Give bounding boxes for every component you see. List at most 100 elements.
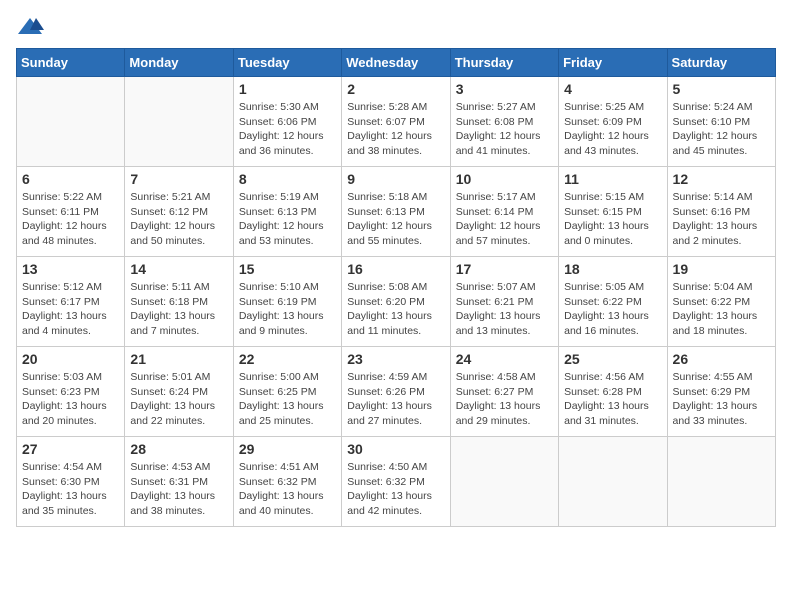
day-number: 1 bbox=[239, 81, 336, 97]
day-number: 29 bbox=[239, 441, 336, 457]
calendar-weekday-thursday: Thursday bbox=[450, 49, 558, 77]
day-info: Sunrise: 4:50 AM Sunset: 6:32 PM Dayligh… bbox=[347, 460, 444, 519]
day-info: Sunrise: 5:07 AM Sunset: 6:21 PM Dayligh… bbox=[456, 280, 553, 339]
calendar-cell: 3 Sunrise: 5:27 AM Sunset: 6:08 PM Daylig… bbox=[450, 77, 558, 167]
calendar-cell: 24 Sunrise: 4:58 AM Sunset: 6:27 PM Dayli… bbox=[450, 347, 558, 437]
calendar-cell bbox=[450, 437, 558, 527]
day-number: 22 bbox=[239, 351, 336, 367]
calendar-cell: 21 Sunrise: 5:01 AM Sunset: 6:24 PM Dayli… bbox=[125, 347, 233, 437]
calendar-week-row: 20Sunrise: 5:03 AM Sunset: 6:23 PM Dayli… bbox=[17, 347, 776, 437]
day-info: Sunrise: 5:17 AM Sunset: 6:14 PM Dayligh… bbox=[456, 190, 553, 249]
calendar-cell: 14 Sunrise: 5:11 AM Sunset: 6:18 PM Dayli… bbox=[125, 257, 233, 347]
day-info: Sunrise: 4:55 AM Sunset: 6:29 PM Dayligh… bbox=[673, 370, 770, 429]
day-number: 12 bbox=[673, 171, 770, 187]
calendar-cell bbox=[125, 77, 233, 167]
calendar-cell: 18 Sunrise: 5:05 AM Sunset: 6:22 PM Dayli… bbox=[559, 257, 667, 347]
calendar-cell bbox=[667, 437, 775, 527]
day-number: 2 bbox=[347, 81, 444, 97]
day-number: 19 bbox=[673, 261, 770, 277]
calendar-cell: 9 Sunrise: 5:18 AM Sunset: 6:13 PM Daylig… bbox=[342, 167, 450, 257]
day-info: Sunrise: 5:00 AM Sunset: 6:25 PM Dayligh… bbox=[239, 370, 336, 429]
calendar-cell: 8 Sunrise: 5:19 AM Sunset: 6:13 PM Daylig… bbox=[233, 167, 341, 257]
day-info: Sunrise: 4:58 AM Sunset: 6:27 PM Dayligh… bbox=[456, 370, 553, 429]
logo-icon bbox=[16, 16, 44, 38]
day-number: 9 bbox=[347, 171, 444, 187]
day-number: 21 bbox=[130, 351, 227, 367]
day-info: Sunrise: 5:18 AM Sunset: 6:13 PM Dayligh… bbox=[347, 190, 444, 249]
day-info: Sunrise: 4:54 AM Sunset: 6:30 PM Dayligh… bbox=[22, 460, 119, 519]
calendar-cell: 19 Sunrise: 5:04 AM Sunset: 6:22 PM Dayli… bbox=[667, 257, 775, 347]
day-info: Sunrise: 5:30 AM Sunset: 6:06 PM Dayligh… bbox=[239, 100, 336, 159]
calendar-cell bbox=[17, 77, 125, 167]
calendar-cell: 5Sunrise: 5:24 AM Sunset: 6:10 PM Daylig… bbox=[667, 77, 775, 167]
calendar-cell: 6 Sunrise: 5:22 AM Sunset: 6:11 PM Daylig… bbox=[17, 167, 125, 257]
page-header bbox=[16, 16, 776, 38]
day-number: 11 bbox=[564, 171, 661, 187]
calendar-cell: 27Sunrise: 4:54 AM Sunset: 6:30 PM Dayli… bbox=[17, 437, 125, 527]
day-number: 28 bbox=[130, 441, 227, 457]
calendar-cell: 7 Sunrise: 5:21 AM Sunset: 6:12 PM Daylig… bbox=[125, 167, 233, 257]
day-info: Sunrise: 5:04 AM Sunset: 6:22 PM Dayligh… bbox=[673, 280, 770, 339]
day-number: 3 bbox=[456, 81, 553, 97]
day-number: 15 bbox=[239, 261, 336, 277]
day-number: 8 bbox=[239, 171, 336, 187]
day-number: 13 bbox=[22, 261, 119, 277]
calendar-weekday-saturday: Saturday bbox=[667, 49, 775, 77]
calendar-cell: 10Sunrise: 5:17 AM Sunset: 6:14 PM Dayli… bbox=[450, 167, 558, 257]
calendar-cell: 28 Sunrise: 4:53 AM Sunset: 6:31 PM Dayli… bbox=[125, 437, 233, 527]
calendar-cell: 15 Sunrise: 5:10 AM Sunset: 6:19 PM Dayli… bbox=[233, 257, 341, 347]
day-number: 26 bbox=[673, 351, 770, 367]
day-number: 30 bbox=[347, 441, 444, 457]
calendar-cell: 17 Sunrise: 5:07 AM Sunset: 6:21 PM Dayli… bbox=[450, 257, 558, 347]
day-number: 23 bbox=[347, 351, 444, 367]
day-info: Sunrise: 5:22 AM Sunset: 6:11 PM Dayligh… bbox=[22, 190, 119, 249]
calendar-weekday-tuesday: Tuesday bbox=[233, 49, 341, 77]
day-info: Sunrise: 5:03 AM Sunset: 6:23 PM Dayligh… bbox=[22, 370, 119, 429]
day-info: Sunrise: 5:15 AM Sunset: 6:15 PM Dayligh… bbox=[564, 190, 661, 249]
day-info: Sunrise: 4:53 AM Sunset: 6:31 PM Dayligh… bbox=[130, 460, 227, 519]
calendar-cell: 25 Sunrise: 4:56 AM Sunset: 6:28 PM Dayli… bbox=[559, 347, 667, 437]
day-info: Sunrise: 5:28 AM Sunset: 6:07 PM Dayligh… bbox=[347, 100, 444, 159]
day-info: Sunrise: 4:56 AM Sunset: 6:28 PM Dayligh… bbox=[564, 370, 661, 429]
day-number: 24 bbox=[456, 351, 553, 367]
calendar-cell: 13 Sunrise: 5:12 AM Sunset: 6:17 PM Dayli… bbox=[17, 257, 125, 347]
calendar-cell: 1 Sunrise: 5:30 AM Sunset: 6:06 PM Daylig… bbox=[233, 77, 341, 167]
day-info: Sunrise: 5:12 AM Sunset: 6:17 PM Dayligh… bbox=[22, 280, 119, 339]
day-info: Sunrise: 5:08 AM Sunset: 6:20 PM Dayligh… bbox=[347, 280, 444, 339]
day-info: Sunrise: 5:19 AM Sunset: 6:13 PM Dayligh… bbox=[239, 190, 336, 249]
day-info: Sunrise: 5:01 AM Sunset: 6:24 PM Dayligh… bbox=[130, 370, 227, 429]
calendar-weekday-wednesday: Wednesday bbox=[342, 49, 450, 77]
calendar-cell: 29 Sunrise: 4:51 AM Sunset: 6:32 PM Dayli… bbox=[233, 437, 341, 527]
day-number: 17 bbox=[456, 261, 553, 277]
day-number: 18 bbox=[564, 261, 661, 277]
day-info: Sunrise: 5:05 AM Sunset: 6:22 PM Dayligh… bbox=[564, 280, 661, 339]
day-number: 25 bbox=[564, 351, 661, 367]
day-number: 6 bbox=[22, 171, 119, 187]
calendar-header-row: SundayMondayTuesdayWednesdayThursdayFrid… bbox=[17, 49, 776, 77]
calendar-cell: 22 Sunrise: 5:00 AM Sunset: 6:25 PM Dayli… bbox=[233, 347, 341, 437]
calendar-cell: 23 Sunrise: 4:59 AM Sunset: 6:26 PM Dayli… bbox=[342, 347, 450, 437]
day-number: 16 bbox=[347, 261, 444, 277]
day-info: Sunrise: 5:21 AM Sunset: 6:12 PM Dayligh… bbox=[130, 190, 227, 249]
day-info: Sunrise: 5:25 AM Sunset: 6:09 PM Dayligh… bbox=[564, 100, 661, 159]
day-number: 7 bbox=[130, 171, 227, 187]
calendar-week-row: 6 Sunrise: 5:22 AM Sunset: 6:11 PM Daylig… bbox=[17, 167, 776, 257]
day-info: Sunrise: 4:59 AM Sunset: 6:26 PM Dayligh… bbox=[347, 370, 444, 429]
day-info: Sunrise: 5:14 AM Sunset: 6:16 PM Dayligh… bbox=[673, 190, 770, 249]
calendar-cell: 4Sunrise: 5:25 AM Sunset: 6:09 PM Daylig… bbox=[559, 77, 667, 167]
calendar-cell: 12 Sunrise: 5:14 AM Sunset: 6:16 PM Dayli… bbox=[667, 167, 775, 257]
calendar-week-row: 13 Sunrise: 5:12 AM Sunset: 6:17 PM Dayli… bbox=[17, 257, 776, 347]
calendar-weekday-sunday: Sunday bbox=[17, 49, 125, 77]
calendar-table: SundayMondayTuesdayWednesdayThursdayFrid… bbox=[16, 48, 776, 527]
calendar-cell: 16 Sunrise: 5:08 AM Sunset: 6:20 PM Dayli… bbox=[342, 257, 450, 347]
day-number: 14 bbox=[130, 261, 227, 277]
calendar-cell: 20Sunrise: 5:03 AM Sunset: 6:23 PM Dayli… bbox=[17, 347, 125, 437]
calendar-cell: 2 Sunrise: 5:28 AM Sunset: 6:07 PM Daylig… bbox=[342, 77, 450, 167]
calendar-week-row: 1 Sunrise: 5:30 AM Sunset: 6:06 PM Daylig… bbox=[17, 77, 776, 167]
day-info: Sunrise: 5:27 AM Sunset: 6:08 PM Dayligh… bbox=[456, 100, 553, 159]
day-info: Sunrise: 5:11 AM Sunset: 6:18 PM Dayligh… bbox=[130, 280, 227, 339]
day-info: Sunrise: 5:24 AM Sunset: 6:10 PM Dayligh… bbox=[673, 100, 770, 159]
day-info: Sunrise: 4:51 AM Sunset: 6:32 PM Dayligh… bbox=[239, 460, 336, 519]
calendar-cell: 30 Sunrise: 4:50 AM Sunset: 6:32 PM Dayli… bbox=[342, 437, 450, 527]
day-info: Sunrise: 5:10 AM Sunset: 6:19 PM Dayligh… bbox=[239, 280, 336, 339]
